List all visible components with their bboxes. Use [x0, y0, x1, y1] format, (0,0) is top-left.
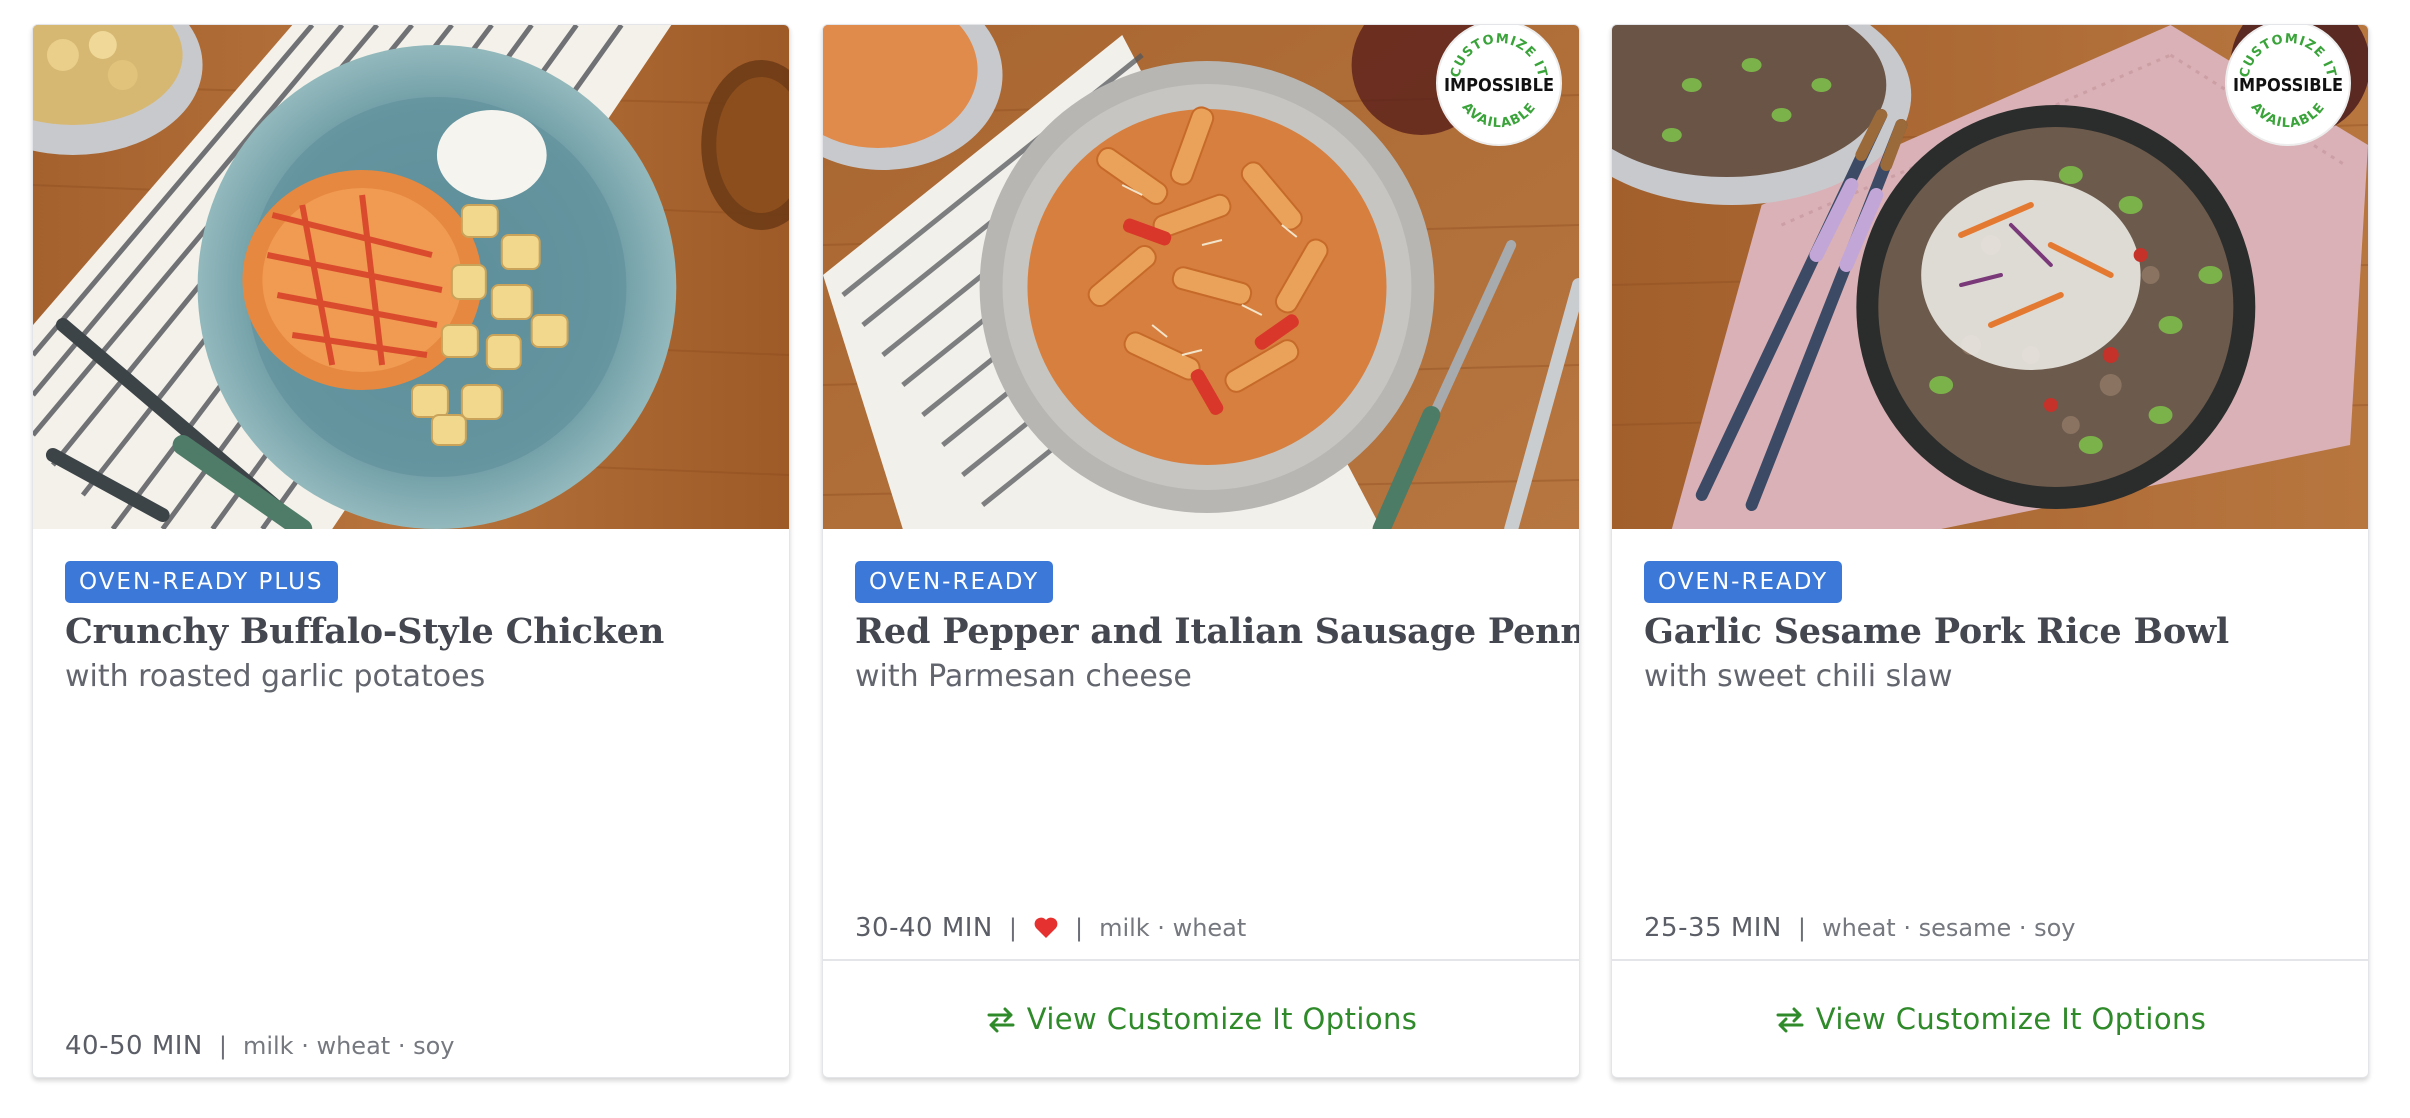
cook-time: 30-40 MIN	[855, 913, 993, 943]
meal-photo-buffalo-chicken[interactable]	[33, 25, 789, 529]
view-customize-options-label: View Customize It Options	[1815, 1002, 2207, 1036]
meal-type-tag: OVEN-READY PLUS	[65, 561, 338, 603]
meal-title[interactable]: Garlic Sesame Pork Rice Bowl	[1644, 611, 2340, 652]
meal-meta: 30-40 MIN | | milk · wheat	[855, 913, 1246, 943]
meal-type-tag: OVEN-READY	[855, 561, 1054, 603]
badge-brand: IMPOSSIBLE	[1444, 75, 1554, 96]
view-customize-options-label: View Customize It Options	[1026, 1002, 1418, 1036]
meal-title[interactable]: Red Pepper and Italian Sausage Penne	[855, 611, 1579, 652]
badge-brand: IMPOSSIBLE	[2233, 75, 2343, 96]
meal-meta: 25-35 MIN | wheat · sesame · soy	[1644, 913, 2075, 943]
meal-card-grid: OVEN-READY PLUS Crunchy Buffalo-Style Ch…	[0, 0, 2410, 1118]
meal-title[interactable]: Crunchy Buffalo-Style Chicken	[65, 611, 761, 652]
buffalo-chicken-plate-photo	[33, 25, 789, 529]
cook-time: 40-50 MIN	[65, 1031, 203, 1061]
meal-subtitle: with Parmesan cheese	[855, 659, 1192, 694]
meta-separator: |	[1797, 914, 1806, 942]
meta-separator: |	[1074, 914, 1084, 942]
impossible-customize-badge: CUSTOMIZE IT IMPOSSIBLE AVAILABLE	[1436, 25, 1562, 146]
view-customize-options-button[interactable]: View Customize It Options	[823, 959, 1579, 1077]
meta-separator: |	[1008, 914, 1017, 942]
meal-card[interactable]: CUSTOMIZE IT IMPOSSIBLE AVAILABLE OVEN-R…	[1611, 24, 2369, 1078]
allergens: wheat · sesame · soy	[1821, 914, 2076, 942]
allergens: milk · wheat	[1099, 914, 1247, 942]
allergens: milk · wheat · soy	[242, 1032, 455, 1060]
impossible-customize-badge: CUSTOMIZE IT IMPOSSIBLE AVAILABLE	[2225, 25, 2351, 146]
meal-meta: 40-50 MIN | milk · wheat · soy	[65, 1031, 454, 1061]
heart-icon	[1034, 917, 1058, 938]
meta-separator: |	[218, 1032, 227, 1060]
meal-card[interactable]: OVEN-READY PLUS Crunchy Buffalo-Style Ch…	[32, 24, 790, 1078]
view-customize-options-button[interactable]: View Customize It Options	[1612, 959, 2368, 1077]
swap-arrows-icon	[987, 1007, 1015, 1033]
meal-subtitle: with roasted garlic potatoes	[65, 659, 486, 694]
cook-time: 25-35 MIN	[1644, 913, 1782, 943]
meal-type-tag: OVEN-READY	[1644, 561, 1843, 603]
meal-card[interactable]: CUSTOMIZE IT IMPOSSIBLE AVAILABLE OVEN-R…	[822, 24, 1580, 1078]
swap-arrows-icon	[1776, 1007, 1804, 1033]
meal-subtitle: with sweet chili slaw	[1644, 659, 1953, 694]
